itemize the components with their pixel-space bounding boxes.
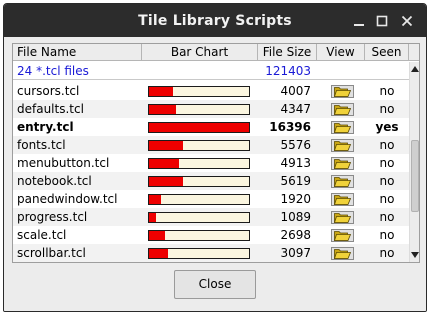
- file-name-cell: menubutton.tcl: [17, 156, 110, 170]
- file-size-cell: 5619: [280, 174, 311, 188]
- folder-open-icon[interactable]: [331, 211, 354, 224]
- size-bar-fill: [149, 213, 156, 222]
- app-window: Tile Library Scripts File Name Bar Chart…: [3, 3, 427, 312]
- header-file-name[interactable]: File Name: [13, 44, 142, 61]
- file-name-cell: entry.tcl: [17, 120, 74, 134]
- file-name-cell: panedwindow.tcl: [17, 192, 118, 206]
- table-row[interactable]: cursors.tcl 4007 no: [13, 82, 409, 100]
- vertical-scrollbar[interactable]: [409, 62, 419, 262]
- file-name-cell: fonts.tcl: [17, 138, 66, 152]
- maximize-icon[interactable]: [373, 12, 391, 30]
- size-bar-fill: [149, 195, 161, 204]
- seen-cell: no: [379, 156, 395, 170]
- folder-open-icon[interactable]: [331, 175, 354, 188]
- table-row[interactable]: progress.tcl 1089 no: [13, 208, 409, 226]
- size-bar: [148, 176, 250, 187]
- file-name-cell: defaults.tcl: [17, 102, 84, 116]
- header-bar-chart[interactable]: Bar Chart: [142, 44, 258, 61]
- file-name-cell: scrollbar.tcl: [17, 246, 86, 260]
- size-bar: [148, 212, 250, 223]
- size-bar: [148, 248, 250, 259]
- folder-open-icon[interactable]: [331, 193, 354, 206]
- header-file-size[interactable]: File Size: [258, 44, 317, 61]
- file-name-cell: notebook.tcl: [17, 174, 92, 188]
- seen-cell: no: [379, 102, 395, 116]
- folder-open-icon[interactable]: [331, 121, 354, 134]
- folder-open-icon[interactable]: [331, 229, 354, 242]
- file-size-cell: 4007: [280, 84, 311, 98]
- table-row[interactable]: scrollbar.tcl 3097 no: [13, 244, 409, 262]
- file-size-cell: 4347: [280, 102, 311, 116]
- seen-cell: no: [379, 228, 395, 242]
- seen-cell: yes: [375, 120, 399, 134]
- size-bar: [148, 140, 250, 151]
- file-size-cell: 3097: [280, 246, 311, 260]
- file-size-cell: 5576: [280, 138, 311, 152]
- file-name-cell: cursors.tcl: [17, 84, 80, 98]
- header-view[interactable]: View: [317, 44, 365, 61]
- close-button[interactable]: Close: [174, 270, 256, 299]
- seen-cell: no: [379, 192, 395, 206]
- size-bar: [148, 194, 250, 205]
- size-bar-fill: [149, 231, 165, 240]
- size-bar-fill: [149, 123, 249, 132]
- size-bar: [148, 104, 250, 115]
- header-seen[interactable]: Seen: [365, 44, 409, 61]
- size-bar: [148, 86, 250, 97]
- folder-open-icon[interactable]: [331, 103, 354, 116]
- table-row[interactable]: panedwindow.tcl 1920 no: [13, 190, 409, 208]
- file-size-cell: 1920: [280, 192, 311, 206]
- file-size-cell: 4913: [280, 156, 311, 170]
- size-bar-fill: [149, 177, 183, 186]
- seen-cell: no: [379, 246, 395, 260]
- seen-cell: no: [379, 210, 395, 224]
- folder-open-icon[interactable]: [331, 85, 354, 98]
- summary-total-size: 121403: [265, 64, 311, 78]
- table-rows: cursors.tcl 4007 no defaults.tcl 4347 no entry…: [13, 82, 409, 262]
- size-bar: [148, 230, 250, 241]
- size-bar-fill: [149, 141, 183, 150]
- table-row[interactable]: entry.tcl 16396 yes: [13, 118, 409, 136]
- scroll-down-arrow-icon[interactable]: [410, 250, 420, 260]
- table-row[interactable]: defaults.tcl 4347 no: [13, 100, 409, 118]
- minimize-icon[interactable]: [350, 12, 368, 30]
- size-bar: [148, 158, 250, 169]
- table-row[interactable]: menubutton.tcl 4913 no: [13, 154, 409, 172]
- folder-open-icon[interactable]: [331, 247, 354, 260]
- size-bar-fill: [149, 159, 179, 168]
- scroll-up-arrow-icon[interactable]: [410, 64, 420, 74]
- size-bar-fill: [149, 87, 173, 96]
- size-bar-fill: [149, 105, 176, 114]
- scrollbar-thumb[interactable]: [411, 140, 419, 212]
- folder-open-icon[interactable]: [331, 157, 354, 170]
- table-row[interactable]: scale.tcl 2698 no: [13, 226, 409, 244]
- title-bar[interactable]: Tile Library Scripts: [4, 4, 426, 37]
- seen-cell: no: [379, 138, 395, 152]
- file-size-cell: 16396: [269, 120, 311, 134]
- seen-cell: no: [379, 174, 395, 188]
- file-name-cell: progress.tcl: [17, 210, 88, 224]
- scripts-table: File Name Bar Chart File Size View Seen …: [12, 43, 420, 263]
- summary-file-count: 24 *.tcl files: [17, 64, 89, 78]
- summary-row: 24 *.tcl files 121403: [13, 62, 409, 80]
- table-header: File Name Bar Chart File Size View Seen: [13, 44, 419, 61]
- size-bar-fill: [149, 249, 168, 258]
- close-icon[interactable]: [398, 12, 416, 30]
- file-name-cell: scale.tcl: [17, 228, 67, 242]
- file-size-cell: 2698: [280, 228, 311, 242]
- table-row[interactable]: fonts.tcl 5576 no: [13, 136, 409, 154]
- file-size-cell: 1089: [280, 210, 311, 224]
- window-content: File Name Bar Chart File Size View Seen …: [4, 37, 426, 311]
- table-row[interactable]: notebook.tcl 5619 no: [13, 172, 409, 190]
- folder-open-icon[interactable]: [331, 139, 354, 152]
- seen-cell: no: [379, 84, 395, 98]
- size-bar: [148, 122, 250, 133]
